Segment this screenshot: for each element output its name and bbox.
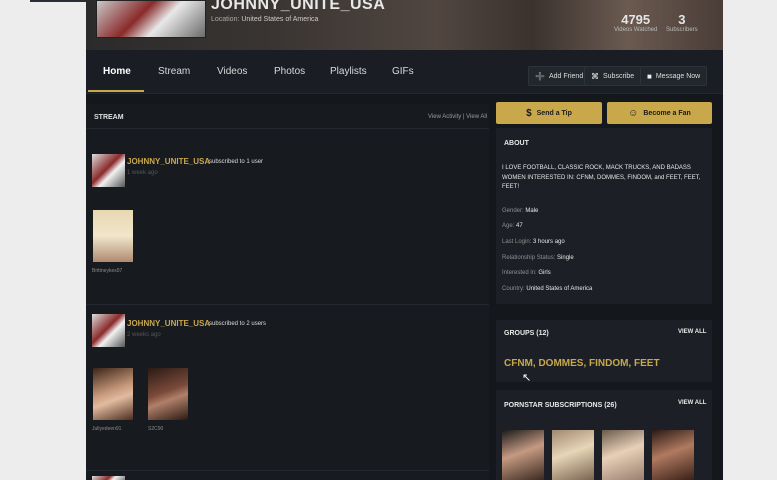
detail-value: 47	[516, 223, 523, 229]
mouse-cursor-icon: ↖	[522, 372, 532, 384]
become-fan-label: Become a Fan	[643, 109, 691, 117]
tab-home[interactable]: Home	[103, 66, 131, 77]
tab-playlists[interactable]: Playlists	[330, 66, 367, 77]
dollar-icon: $	[526, 107, 532, 119]
groups-view-all[interactable]: VIEW ALL	[678, 329, 706, 335]
divider	[86, 470, 489, 471]
detail-interested-in: Interested in: Girls	[502, 270, 551, 276]
detail-country: Country: United States of America	[502, 286, 592, 292]
profile-page: JOHNNY_UNITE_USA Location: United States…	[86, 0, 723, 480]
add-friend-label: Add Friend	[548, 72, 584, 80]
detail-key: Interested in:	[502, 270, 537, 276]
left-edge	[0, 0, 86, 480]
tab-stream[interactable]: Stream	[158, 66, 190, 77]
active-tab-indicator	[88, 90, 144, 92]
entry-username[interactable]: JOHNNY_UNITE_USA	[127, 319, 210, 328]
stat-subscribers: 3 Subscribers	[666, 12, 698, 33]
profile-location: Location: United States of America	[211, 16, 318, 23]
stat-label: Subscribers	[666, 27, 698, 33]
entry-action: subscribed to 1 user	[209, 159, 264, 165]
tab-gifs[interactable]: GIFs	[392, 66, 414, 77]
about-text: I LOVE FOOTBALL, CLASSIC ROCK, MACK TRUC…	[502, 165, 701, 190]
add-user-icon: ➕	[535, 71, 545, 81]
subscription-thumbnail[interactable]	[148, 368, 188, 420]
send-tip-label: Send a Tip	[536, 109, 572, 117]
detail-value: 3 hours ago	[533, 239, 565, 245]
entry-avatar[interactable]	[92, 314, 125, 347]
become-fan-button[interactable]: ☺ Become a Fan	[607, 102, 712, 124]
stream-view-links[interactable]: View Activity | View All	[428, 114, 487, 120]
top-strip	[30, 0, 86, 2]
detail-last-login: Last Login: 3 hours ago	[502, 239, 565, 245]
send-tip-button[interactable]: $ Send a Tip	[496, 102, 602, 124]
subscribe-button[interactable]: ⌘ Subscribe	[584, 66, 642, 86]
detail-relationship: Relationship Status: Single	[502, 255, 574, 261]
subscribe-label: Subscribe	[603, 72, 635, 80]
divider	[86, 128, 489, 129]
subscription-avatar[interactable]	[602, 430, 644, 480]
thumbnail-caption[interactable]: Brittneykes97	[92, 268, 122, 274]
right-edge	[723, 0, 777, 480]
detail-age: Age: 47	[502, 223, 523, 229]
tab-photos[interactable]: Photos	[274, 66, 305, 77]
detail-key: Country:	[502, 286, 525, 292]
subscription-avatar[interactable]	[502, 430, 544, 480]
add-friend-button[interactable]: ➕ Add Friend	[528, 66, 591, 86]
message-now-button[interactable]: ■ Message Now	[640, 66, 708, 86]
entry-username[interactable]: JOHNNY_UNITE_USA	[127, 157, 210, 166]
message-label: Message Now	[655, 72, 701, 80]
profile-nav: Home Stream Videos Photos Playlists GIFs…	[86, 50, 723, 94]
entry-avatar[interactable]	[92, 154, 125, 187]
entry-avatar[interactable]	[92, 476, 125, 480]
subscriptions-title: PORNSTAR SUBSCRIPTIONS (26)	[504, 402, 617, 409]
subscription-thumbnail[interactable]	[93, 368, 133, 420]
stat-label: Videos Watched	[614, 27, 658, 33]
divider	[86, 304, 489, 305]
entry-time: 1 week ago	[127, 170, 158, 176]
detail-key: Gender:	[502, 208, 524, 214]
detail-key: Relationship Status:	[502, 255, 556, 261]
entry-time: 2 weeks ago	[127, 332, 161, 338]
profile-username: JOHNNY_UNITE_USA	[211, 0, 386, 13]
groups-list[interactable]: CFNM, DOMMES, FINDOM, FEET	[504, 358, 660, 369]
detail-gender: Gender: Male	[502, 208, 538, 214]
subscription-avatar[interactable]	[652, 430, 694, 480]
about-title: ABOUT	[504, 140, 529, 147]
rss-icon: ⌘	[591, 71, 599, 81]
groups-title: GROUPS (12)	[504, 330, 549, 337]
detail-key: Age:	[502, 223, 515, 229]
subscriptions-view-all[interactable]: VIEW ALL	[678, 400, 706, 406]
stat-videos-watched: 4795 Videos Watched	[614, 12, 657, 33]
profile-banner: JOHNNY_UNITE_USA Location: United States…	[86, 0, 723, 50]
detail-value: United States of America	[526, 286, 593, 292]
avatar[interactable]	[96, 0, 206, 38]
thumbnail-caption[interactable]: Jullyedeen91	[92, 426, 121, 432]
thumbnail-caption[interactable]: S2C90	[148, 426, 163, 432]
tab-videos[interactable]: Videos	[217, 66, 247, 77]
stat-number: 3	[678, 12, 686, 27]
location-label: Location:	[211, 16, 240, 23]
about-panel: ABOUT I LOVE FOOTBALL, CLASSIC ROCK, MAC…	[496, 128, 712, 304]
location-value: United States of America	[241, 16, 319, 23]
detail-value: Girls	[538, 270, 551, 276]
stat-number: 4795	[621, 12, 651, 27]
stream-heading: STREAM	[94, 114, 124, 121]
stream-panel: STREAM View Activity | View All JOHNNY_U…	[86, 104, 489, 480]
detail-value: Single	[557, 255, 574, 261]
entry-action: subscribed to 2 users	[209, 321, 267, 327]
subscription-avatar[interactable]	[552, 430, 594, 480]
fan-icon: ☺	[628, 107, 639, 119]
subscription-thumbnail[interactable]	[93, 210, 133, 262]
message-icon: ■	[647, 71, 652, 81]
detail-value: Male	[525, 208, 539, 214]
detail-key: Last Login:	[502, 239, 532, 245]
